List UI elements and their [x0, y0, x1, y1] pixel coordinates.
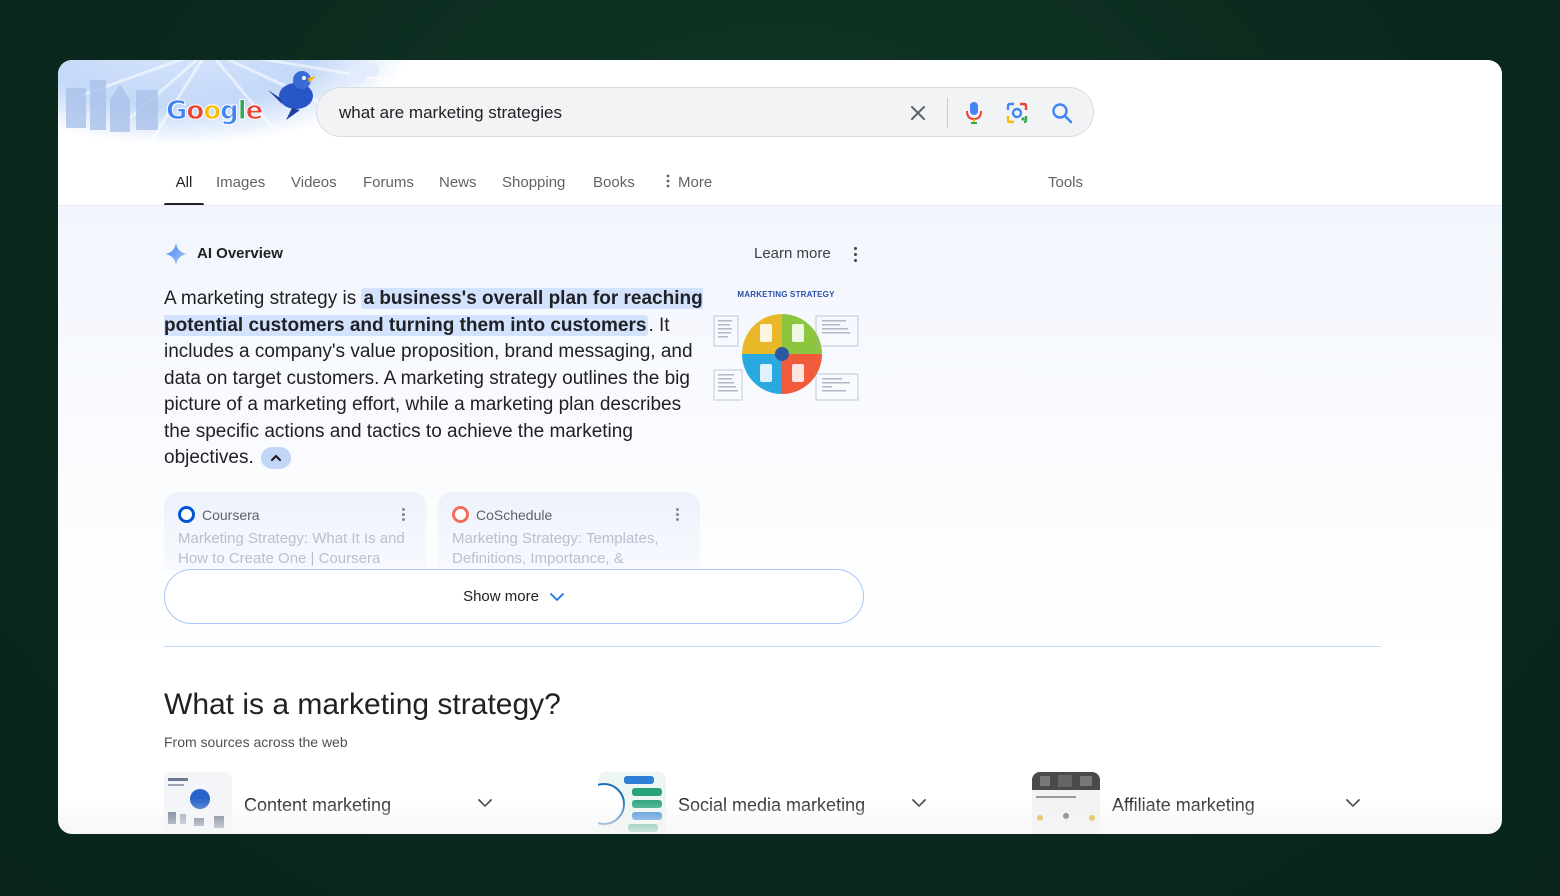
learn-more-link[interactable]: Learn more	[754, 245, 831, 262]
chevron-up-icon	[271, 454, 282, 461]
chevron-down-icon	[478, 799, 492, 808]
tab-books[interactable]: Books	[593, 170, 635, 206]
search-bar	[316, 87, 1094, 137]
more-options-icon[interactable]	[850, 245, 860, 263]
topic-label: Affiliate marketing	[1112, 795, 1255, 815]
topic-affiliate-marketing[interactable]: Affiliate marketing	[1032, 772, 1372, 834]
tab-all[interactable]: All	[164, 170, 204, 206]
source-card-coursera[interactable]: Coursera Marketing Strategy: What It Is …	[164, 492, 426, 570]
tools-label: Tools	[1048, 174, 1084, 191]
chevron-down-icon	[912, 799, 926, 808]
search-divider	[947, 98, 948, 128]
infographic-wheel	[713, 314, 859, 401]
browser-window: Google what are marketing strategies All…	[58, 60, 1502, 834]
source-options-icon[interactable]	[676, 508, 679, 521]
source-title: Marketing Strategy: Templates, Definitio…	[452, 530, 659, 567]
search-tabs: All Images Videos Forums News Shopping B…	[164, 170, 1164, 206]
ai-overview-header: AI Overview Learn more	[164, 242, 864, 266]
google-logo: Google	[165, 96, 264, 127]
topic-thumbnail	[1032, 772, 1100, 834]
ai-text-intro: A marketing strategy is	[164, 288, 362, 309]
source-name: CoSchedule	[476, 507, 553, 523]
tab-label: News	[439, 174, 477, 191]
source-title: Marketing Strategy: What It Is and How t…	[178, 530, 405, 567]
tab-label: Shopping	[502, 174, 566, 191]
logo-letter: e	[245, 96, 264, 127]
logo-letter: o	[186, 96, 205, 127]
tab-label: All	[175, 174, 193, 191]
more-vertical-icon	[666, 174, 670, 192]
topic-thumbnail	[598, 772, 666, 834]
chevron-down-icon	[550, 592, 564, 601]
topic-social-media-marketing[interactable]: Social media marketing	[598, 772, 938, 834]
tab-label: Forums	[363, 174, 414, 191]
logo-letter: o	[203, 96, 222, 127]
tab-videos[interactable]: Videos	[291, 170, 337, 206]
tab-news[interactable]: News	[439, 170, 477, 206]
source-options-icon[interactable]	[402, 508, 405, 521]
source-card-coschedule[interactable]: CoSchedule Marketing Strategy: Templates…	[438, 492, 700, 570]
ai-overview-title: AI Overview	[197, 245, 283, 262]
ai-overview-text: A marketing strategy is a business's ove…	[164, 286, 704, 472]
marketing-strategy-infographic[interactable]: MARKETING STRATEGY	[712, 290, 860, 404]
sparkle-icon	[164, 242, 188, 271]
tools-button[interactable]: Tools	[1048, 170, 1083, 206]
show-more-button[interactable]: Show more	[164, 569, 864, 624]
section-title: What is a marketing strategy?	[164, 688, 561, 721]
search-icon[interactable]	[1049, 100, 1075, 126]
tab-images[interactable]: Images	[216, 170, 265, 206]
show-more-label: Show more	[463, 588, 539, 605]
tab-label: Images	[216, 174, 266, 191]
tab-more[interactable]: More	[666, 170, 712, 206]
ai-text-body: . It includes a company's value proposit…	[164, 314, 693, 469]
tab-forums[interactable]: Forums	[363, 170, 414, 206]
logo-letter: g	[220, 96, 240, 127]
topic-label: Content marketing	[244, 795, 392, 815]
section-subtitle: From sources across the web	[164, 734, 348, 750]
google-lens-icon[interactable]	[1004, 100, 1030, 126]
search-input[interactable]	[339, 102, 899, 124]
tab-label: Videos	[291, 174, 337, 191]
topic-label: Social media marketing	[678, 795, 866, 815]
section-divider	[164, 646, 1381, 647]
coursera-favicon	[178, 506, 195, 523]
microphone-icon[interactable]	[961, 100, 987, 126]
logo-letter: l	[237, 96, 247, 127]
topic-thumbnail	[164, 772, 232, 834]
tab-label: Books	[593, 174, 635, 191]
clear-icon[interactable]	[905, 100, 931, 126]
topic-content-marketing[interactable]: Content marketing	[164, 772, 504, 834]
coschedule-favicon	[452, 506, 469, 523]
chevron-down-icon	[1346, 799, 1360, 808]
tab-shopping[interactable]: Shopping	[502, 170, 565, 206]
source-name: Coursera	[202, 507, 260, 523]
collapse-button[interactable]	[261, 446, 292, 469]
logo-letter: G	[165, 96, 187, 127]
tab-label: More	[678, 174, 713, 191]
